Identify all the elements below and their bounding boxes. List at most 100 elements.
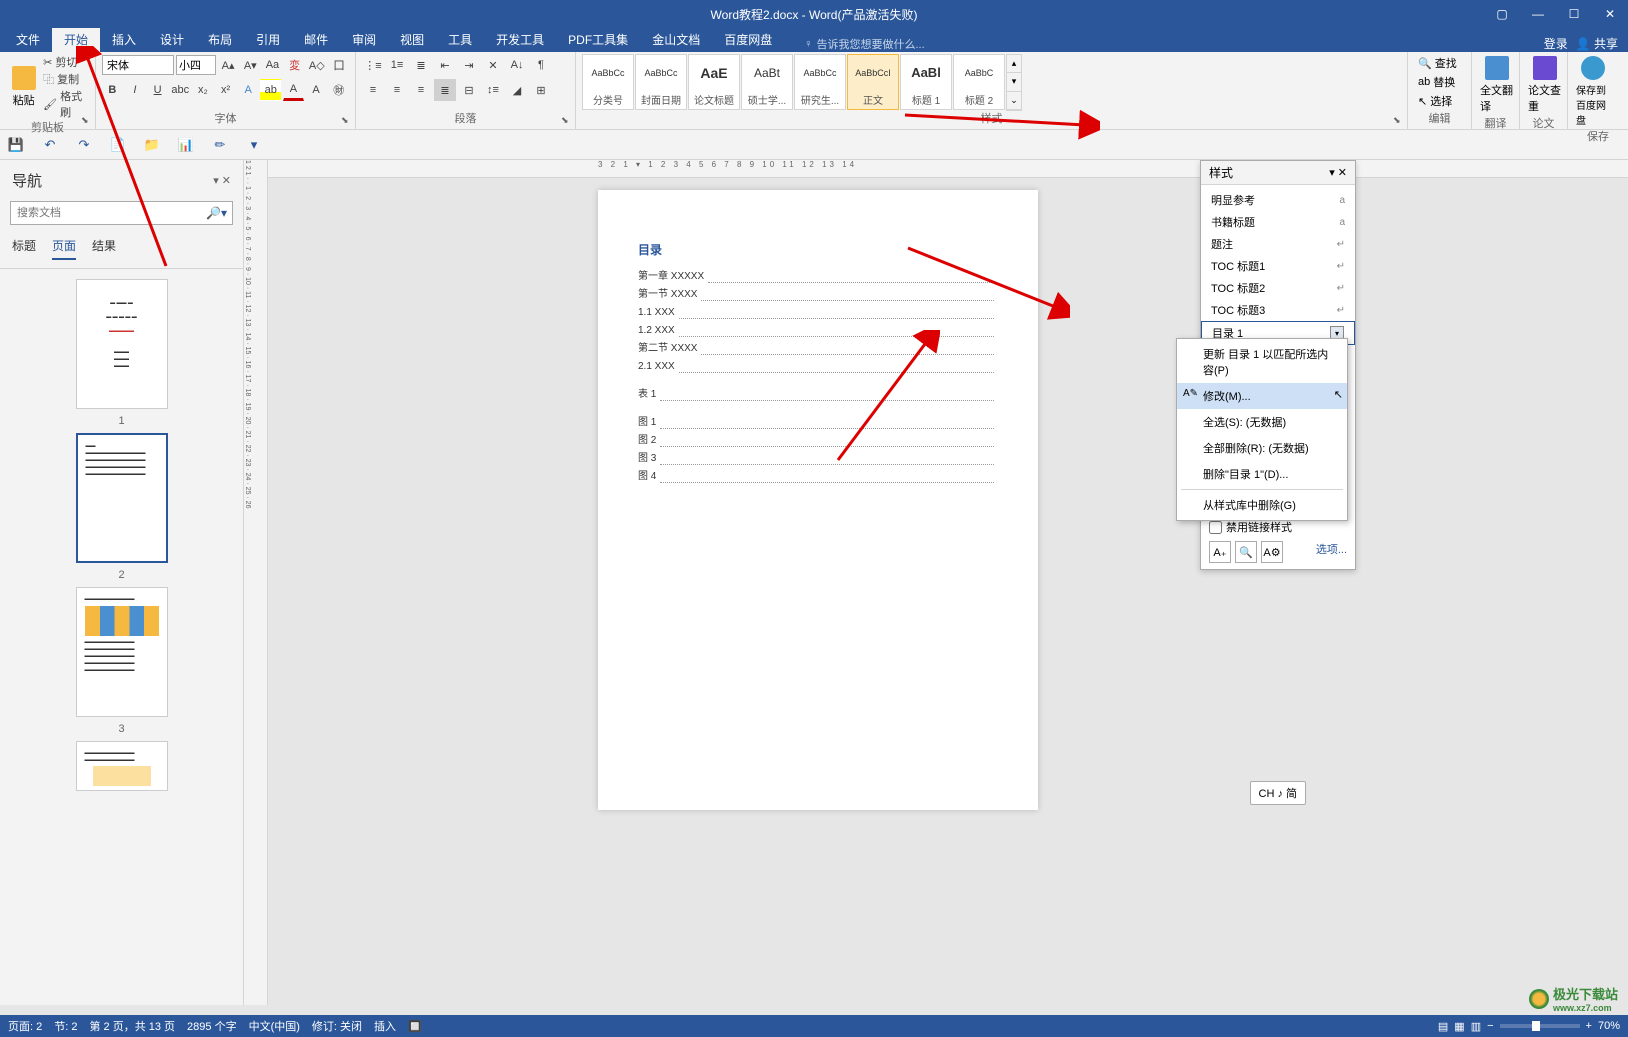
font-size-combo[interactable]	[176, 55, 216, 75]
grow-font-btn[interactable]: A▴	[218, 54, 238, 76]
enclose-btn[interactable]: ㊖	[328, 79, 349, 101]
qat-open[interactable]: 📁	[142, 135, 162, 155]
tab-design[interactable]: 设计	[148, 27, 196, 52]
style-item-6[interactable]: AaBl标题 1	[900, 54, 952, 110]
phonetic-btn[interactable]: 変	[285, 54, 305, 76]
qat-undo[interactable]: ↶	[40, 135, 60, 155]
shading-btn[interactable]: ◢	[506, 79, 528, 101]
zoom-level[interactable]: 70%	[1598, 1020, 1620, 1032]
thumb-4[interactable]: ▬▬▬▬▬▬▬▬▬▬▬▬▬▬▬▬▬▬▬▬	[76, 741, 168, 791]
qat-draw[interactable]: ✏	[210, 135, 230, 155]
document-page[interactable]: 目录 第一章 XXXXX 第一节 XXXX 1.1 XXX 1.2 XXX 第二…	[598, 190, 1038, 810]
close-btn[interactable]: ✕	[1592, 0, 1628, 28]
save-cloud-button[interactable]: 保存到百度网盘	[1574, 54, 1612, 129]
char-border-btn[interactable]: 囗	[329, 54, 349, 76]
style-item-5[interactable]: AaBbCcI正文	[847, 54, 899, 110]
nav-tab-headings[interactable]: 标题	[12, 237, 36, 260]
strike-btn[interactable]: abc	[170, 79, 191, 101]
bullets-btn[interactable]: ⋮≡	[362, 54, 384, 76]
multilevel-btn[interactable]: ≣	[410, 54, 432, 76]
thumb-1[interactable]: ▬ ▬▬ ▬▬ ▬ ▬ ▬ ▬▬▬▬▬▬▬▬▬▬▬▬▬▬▬	[76, 279, 168, 409]
zoom-out-btn[interactable]: −	[1487, 1020, 1493, 1032]
nav-dropdown[interactable]: ▾ ✕	[213, 174, 231, 187]
document-scroll[interactable]: 3 2 1 ▾ 1 2 3 4 5 6 7 8 9 10 11 12 13 14…	[268, 160, 1628, 1005]
style-list-item[interactable]: 题注↵	[1201, 233, 1355, 255]
status-section[interactable]: 节: 2	[54, 1018, 77, 1034]
justify-btn[interactable]: ≣	[434, 79, 456, 101]
share-button[interactable]: 👤 共享	[1576, 35, 1618, 52]
asian-layout-btn[interactable]: ✕	[482, 54, 504, 76]
status-record-macro[interactable]: 🔲	[408, 1020, 422, 1033]
style-item-4[interactable]: AaBbCc研究生...	[794, 54, 846, 110]
ribbon-display-btn[interactable]: ▢	[1484, 0, 1520, 28]
qat-new[interactable]: 📄	[108, 135, 128, 155]
status-page-count[interactable]: 第 2 页，共 13 页	[89, 1018, 175, 1034]
status-word-count[interactable]: 2895 个字	[187, 1018, 237, 1034]
thumb-3[interactable]: ▬▬▬▬▬▬▬▬▬▬▬▬▬▬▬▬▬▬▬▬▬▬▬▬▬▬▬▬▬▬▬▬▬▬▬▬▬▬▬▬…	[76, 587, 168, 717]
zoom-slider[interactable]	[1500, 1024, 1580, 1028]
superscript-btn[interactable]: x²	[215, 79, 236, 101]
ctx-modify[interactable]: A✎修改(M)...↖	[1177, 383, 1347, 409]
clipboard-launcher[interactable]: ⬊	[81, 115, 93, 127]
tab-mailings[interactable]: 邮件	[292, 27, 340, 52]
tab-layout[interactable]: 布局	[196, 27, 244, 52]
tab-tools[interactable]: 工具	[436, 27, 484, 52]
font-color-btn[interactable]: A	[283, 79, 304, 101]
zoom-in-btn[interactable]: +	[1586, 1020, 1592, 1032]
thesis-review-button[interactable]: 论文查重	[1526, 54, 1564, 116]
tab-view[interactable]: 视图	[388, 27, 436, 52]
tab-review[interactable]: 审阅	[340, 27, 388, 52]
style-list-item[interactable]: 书籍标题a	[1201, 211, 1355, 233]
increase-indent-btn[interactable]: ⇥	[458, 54, 480, 76]
ime-indicator[interactable]: CH ♪ 简	[1250, 781, 1307, 805]
ctx-remove-gallery[interactable]: 从样式库中删除(G)	[1177, 492, 1347, 518]
sort-btn[interactable]: A↓	[506, 54, 528, 76]
align-center-btn[interactable]: ≡	[386, 79, 408, 101]
tab-insert[interactable]: 插入	[100, 27, 148, 52]
ctx-delete[interactable]: 删除"目录 1"(D)...	[1177, 461, 1347, 487]
minimize-btn[interactable]: —	[1520, 0, 1556, 28]
underline-btn[interactable]: U	[147, 79, 168, 101]
copy-button[interactable]: ⿻复制	[43, 71, 89, 87]
search-input[interactable]	[10, 201, 233, 225]
horizontal-ruler[interactable]: 3 2 1 ▾ 1 2 3 4 5 6 7 8 9 10 11 12 13 14	[268, 160, 1628, 178]
disable-linked-checkbox[interactable]: 禁用链接样式	[1209, 519, 1347, 535]
status-insert-mode[interactable]: 插入	[374, 1018, 396, 1034]
login-link[interactable]: 登录	[1544, 35, 1568, 52]
styles-pane-close[interactable]: ▾ ✕	[1329, 166, 1347, 179]
highlight-btn[interactable]: ab	[260, 79, 281, 101]
maximize-btn[interactable]: ☐	[1556, 0, 1592, 28]
paste-button[interactable]: 粘贴	[6, 54, 41, 120]
status-page[interactable]: 页面: 2	[8, 1018, 42, 1034]
style-inspector-btn[interactable]: 🔍	[1235, 541, 1257, 563]
qat-print[interactable]: 📊	[176, 135, 196, 155]
page-thumbnails[interactable]: ▬ ▬▬ ▬▬ ▬ ▬ ▬ ▬▬▬▬▬▬▬▬▬▬▬▬▬▬▬ 1 ▬▬▬▬▬▬▬▬…	[0, 269, 243, 1005]
style-list-item[interactable]: TOC 标题1↵	[1201, 255, 1355, 277]
qat-save[interactable]: 💾	[6, 135, 26, 155]
tab-baidu[interactable]: 百度网盘	[712, 27, 784, 52]
translate-button[interactable]: 全文翻译	[1478, 54, 1516, 116]
style-list-item[interactable]: TOC 标题2↵	[1201, 277, 1355, 299]
style-list-item[interactable]: 明显参考a	[1201, 189, 1355, 211]
status-language[interactable]: 中文(中国)	[249, 1018, 300, 1034]
new-style-btn[interactable]: A₊	[1209, 541, 1231, 563]
show-marks-btn[interactable]: ¶	[530, 54, 552, 76]
font-name-combo[interactable]	[102, 55, 174, 75]
numbering-btn[interactable]: 1≡	[386, 54, 408, 76]
tab-references[interactable]: 引用	[244, 27, 292, 52]
distribute-btn[interactable]: ⊟	[458, 79, 480, 101]
select-button[interactable]: ↖选择	[1414, 92, 1461, 110]
decrease-indent-btn[interactable]: ⇤	[434, 54, 456, 76]
view-read-mode[interactable]: ▤	[1438, 1020, 1448, 1033]
clear-format-btn[interactable]: A◇	[307, 54, 327, 76]
nav-tab-results[interactable]: 结果	[92, 237, 116, 260]
view-web-layout[interactable]: ▥	[1471, 1020, 1481, 1033]
style-item-0[interactable]: AaBbCc分类号	[582, 54, 634, 110]
find-button[interactable]: 🔍查找	[1414, 54, 1461, 72]
qat-redo[interactable]: ↷	[74, 135, 94, 155]
view-print-layout[interactable]: ▦	[1454, 1020, 1464, 1033]
align-left-btn[interactable]: ≡	[362, 79, 384, 101]
ctx-select-all[interactable]: 全选(S): (无数据)	[1177, 409, 1347, 435]
italic-btn[interactable]: I	[125, 79, 146, 101]
bold-btn[interactable]: B	[102, 79, 123, 101]
